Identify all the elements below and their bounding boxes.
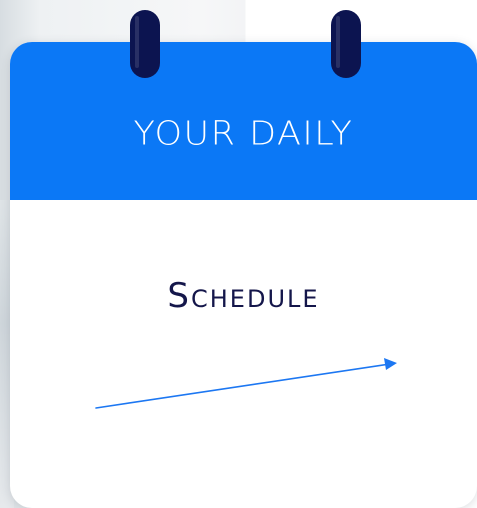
schedule-graphic: YOUR DAILY Schedule	[0, 0, 477, 508]
binder-ring-left-icon	[130, 10, 160, 78]
header-title: YOUR DAILY	[133, 115, 354, 153]
calendar-card: YOUR DAILY Schedule	[10, 42, 477, 508]
body-title: Schedule	[167, 276, 320, 316]
binder-ring-right-icon	[331, 10, 361, 78]
calendar-header: YOUR DAILY	[10, 42, 477, 200]
